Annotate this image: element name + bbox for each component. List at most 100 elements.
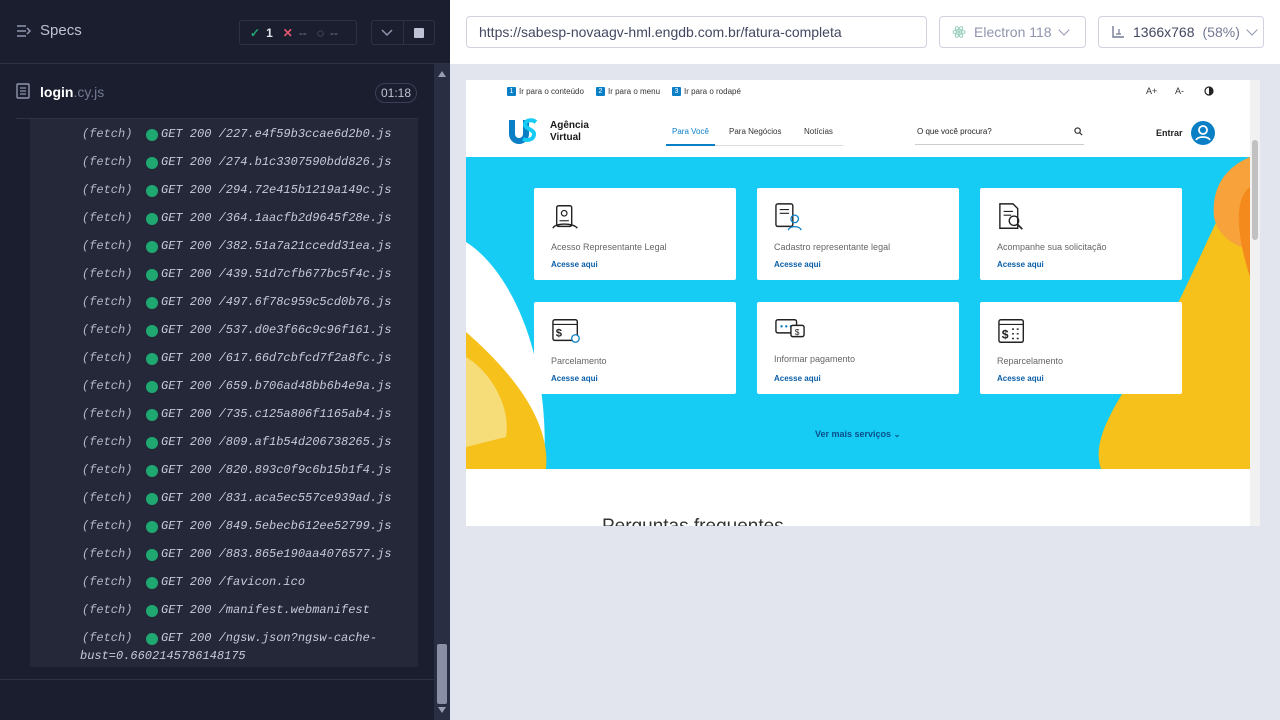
spec-name: login.cy.js [40,84,104,100]
failed-stat: ✕ -- [273,26,307,40]
service-card-link[interactable]: Acesse aqui [997,374,1044,383]
skip-label: Ir para o menu [608,87,661,96]
service-card[interactable]: $ Reparcelamento Acesse aqui [980,302,1182,394]
spec-basename: login [40,84,74,100]
installment-icon: $ [552,319,580,343]
chevron-down-icon [381,28,393,36]
user-avatar-icon[interactable] [1191,121,1215,145]
aut-iframe: 1 Ir para o conteúdo 2 Ir para o menu 3 Ir … [466,80,1260,526]
command-type: (fetch) [82,211,133,225]
specs-button[interactable]: Specs [16,22,82,39]
sabesp-logo-icon[interactable] [506,116,538,148]
status-dot-icon [146,409,158,421]
service-card-title: Reparcelamento [997,356,1064,366]
chevron-down-icon: ⌄ [893,430,901,439]
service-card-title: Informar pagamento [774,354,856,364]
command-type: (fetch) [82,323,133,337]
status-dot-icon [146,297,158,309]
skip-link-menu[interactable]: 2 Ir para o menu [596,87,660,96]
aut-scroll-thumb[interactable] [1252,140,1258,240]
pending-stat: ◌ -- [307,26,338,40]
service-card-link[interactable]: Acesse aqui [774,374,821,383]
command-type: (fetch) [82,631,133,645]
command-message: GET 200 /favicon.ico [161,575,306,589]
command-message: GET 200 /274.b1c3307590bdd826.js [161,155,392,169]
command-message: GET 200 /883.865e190aa4076577.js [161,547,392,561]
check-icon: ✓ [250,25,261,40]
login-link[interactable]: Entrar [1156,128,1183,138]
command-message: GET 200 /manifest.webmanifest [161,603,370,617]
status-dot-icon [146,213,158,225]
chevron-down-icon [1246,24,1258,36]
spec-row[interactable]: login.cy.js 01:18 [16,64,418,119]
spec-extension: .cy.js [73,84,105,100]
runner-scroll-thumb[interactable] [437,644,447,704]
command-type: (fetch) [82,239,133,253]
accessibility-bar: 1 Ir para o conteúdo 2 Ir para o menu 3 Ir … [466,80,1250,102]
service-card-link[interactable]: Acesse aqui [551,260,598,269]
skip-link-footer[interactable]: 3 Ir para o rodapé [672,87,741,96]
service-card-title: Acompanhe sua solicitação [997,242,1107,252]
runner-scrollbar[interactable] [434,64,450,720]
electron-icon [952,26,966,38]
skip-number: 2 [596,87,605,96]
pending-circle-icon: ◌ [316,25,324,40]
stop-button[interactable] [402,21,435,44]
url-bar[interactable]: https://sabesp-novaagv-hml.engdb.com.br/… [466,16,927,48]
command-log: (fetch) GET 200 /227.e4f59b3ccae6d2b0.js (… [30,119,418,667]
service-card-link[interactable]: Acesse aqui [774,260,821,269]
services-hero: Acesso Representante Legal Acesse aqui Cad… [466,157,1250,469]
font-increase-button[interactable]: A+ [1146,86,1157,96]
dropdown-button[interactable] [372,21,403,44]
font-decrease-button[interactable]: A- [1175,86,1184,96]
ruler-icon [1112,26,1124,38]
browser-selector[interactable]: Electron 118 [939,16,1086,48]
status-dot-icon [146,437,158,449]
nav-para-negocios[interactable]: Para Negócios [729,127,781,136]
viewport-size: 1366x768 [1133,24,1195,40]
nav-noticias[interactable]: Notícias [804,127,833,136]
nav-para-voce[interactable]: Para Você [672,127,709,136]
command-type: (fetch) [82,267,133,281]
command-message: GET 200 /497.6f78c959c5cd0b76.js [161,295,392,309]
run-controls [371,20,435,45]
svg-text:$: $ [1002,328,1009,342]
status-dot-icon [146,465,158,477]
track-request-icon [999,203,1023,230]
passed-count: 1 [266,25,273,40]
command-type: (fetch) [82,379,133,393]
command-type: (fetch) [82,407,133,421]
site-header: Agência Virtual Para Você Para Negócios N… [466,102,1250,156]
command-message: GET 200 /849.5ebecb612ee52799.js [161,519,392,533]
skip-link-content[interactable]: 1 Ir para o conteúdo [507,87,584,96]
service-card[interactable]: Cadastro representante legal Acesse aqui [757,188,959,280]
service-card-link[interactable]: Acesse aqui [551,374,598,383]
service-card[interactable]: $ Parcelamento Acesse aqui [534,302,736,394]
command-message: GET 200 /831.aca5ec557ce939ad.js [161,491,392,505]
svg-text:$: $ [556,328,563,340]
site-search-input[interactable]: O que você procura? [917,127,992,136]
scroll-down-arrow-icon[interactable] [438,707,446,713]
viewport-info[interactable]: 1366x768 (58%) [1098,16,1264,48]
search-icon[interactable] [1074,127,1083,136]
command-message: GET 200 /735.c125a806f1165ab4.js [161,407,392,421]
status-dot-icon [146,493,158,505]
aut-scrollbar[interactable] [1250,80,1260,526]
service-card-title: Acesso Representante Legal [551,242,667,252]
service-card[interactable]: $ Informar pagamento Acesse aqui [757,302,959,394]
status-dot-icon [146,241,158,253]
document-icon [16,83,30,99]
more-services-link[interactable]: Ver mais serviços ⌄ [815,429,900,439]
skip-label: Ir para o rodapé [684,87,741,96]
scroll-up-arrow-icon[interactable] [438,71,446,77]
calendar-money-icon: $ [998,319,1025,343]
service-card-title: Cadastro representante legal [774,242,891,252]
command-type: (fetch) [82,603,133,617]
contrast-icon[interactable] [1204,86,1214,96]
status-dot-icon [146,129,158,141]
command-type: (fetch) [82,295,133,309]
service-card[interactable]: Acompanhe sua solicitação Acesse aqui [980,188,1182,280]
service-card-link[interactable]: Acesse aqui [997,260,1044,269]
command-message: GET 200 /294.72e415b1219a149c.js [161,183,392,197]
service-card[interactable]: Acesso Representante Legal Acesse aqui [534,188,736,280]
